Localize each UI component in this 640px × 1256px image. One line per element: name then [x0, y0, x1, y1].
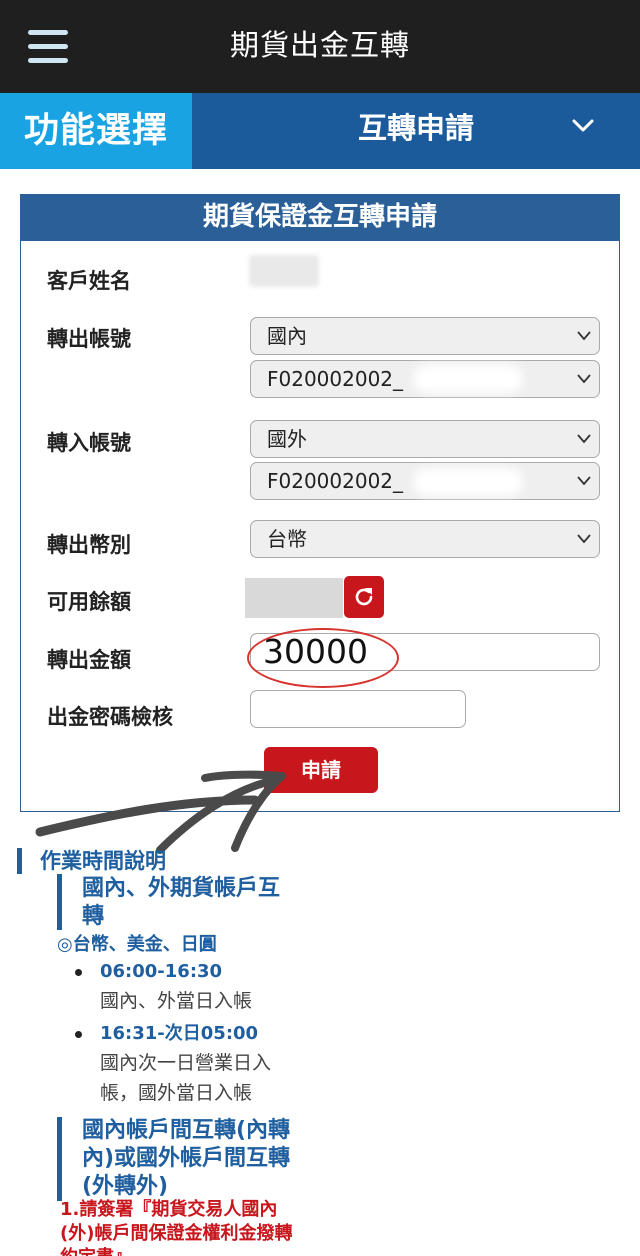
time-range-2: 16:31-次日05:00	[100, 1023, 259, 1044]
customer-name-value	[249, 255, 319, 287]
bullet	[75, 1031, 82, 1038]
chevron-down-icon	[577, 434, 591, 444]
subsection-title-2: 國內帳戶間互轉(內轉 內)或國外帳戶間互轉 (外轉外)	[82, 1118, 291, 1199]
currency-select[interactable]: 台幣	[250, 520, 600, 558]
refresh-button[interactable]	[344, 576, 384, 618]
in-account-type-select[interactable]: 國外	[250, 420, 600, 458]
time-desc-2-line1: 國內次一日營業日入	[100, 1052, 272, 1074]
currency-value: 台幣	[267, 527, 307, 551]
out-account-number-value: F020002002_	[267, 367, 404, 391]
out-account-type-select[interactable]: 國內	[250, 317, 600, 355]
amount-label: 轉出金額	[47, 648, 131, 672]
refresh-icon	[355, 588, 373, 606]
redaction-mask	[413, 468, 523, 496]
time-desc-2-line2: 帳，國外當日入帳	[100, 1082, 253, 1104]
in-account-type-value: 國外	[267, 427, 307, 451]
chevron-down-icon	[577, 374, 591, 384]
time-desc-1: 國內、外當日入帳	[100, 990, 253, 1012]
function-label: 功能選擇	[0, 93, 192, 169]
section-bar	[17, 848, 22, 874]
password-input[interactable]	[250, 690, 466, 728]
time-range-1: 06:00-16:30	[100, 961, 223, 982]
currency-note: ◎台幣、美金、日圓	[57, 934, 217, 955]
password-check-label: 出金密碼檢核	[47, 705, 173, 729]
page-title: 期貨出金互轉	[229, 28, 410, 62]
subsection-title-1: 國內、外期貨帳戶互 轉	[82, 876, 281, 929]
chevron-down-icon	[572, 119, 594, 132]
transfer-form-panel: 期貨保證金互轉申請 客戶姓名 轉出帳號 國內 F020002002_ 轉入帳號 …	[20, 194, 620, 812]
chevron-down-icon	[577, 476, 591, 486]
out-account-type-value: 國內	[267, 324, 307, 348]
function-bar: 功能選擇 互轉申請	[0, 93, 640, 169]
highlight-circle	[247, 628, 399, 688]
chevron-down-icon	[577, 331, 591, 341]
available-balance-label: 可用餘額	[47, 590, 131, 614]
out-account-label: 轉出帳號	[47, 327, 131, 351]
chevron-down-icon	[577, 534, 591, 544]
currency-label: 轉出幣別	[47, 533, 131, 557]
section-title: 作業時間說明	[40, 849, 166, 873]
function-select[interactable]: 互轉申請	[192, 93, 640, 169]
subsection-bar	[57, 1117, 62, 1201]
form-header: 期貨保證金互轉申請	[21, 195, 619, 241]
available-balance-value	[245, 578, 343, 618]
redaction-mask	[413, 365, 523, 393]
subsection-bar	[57, 874, 62, 930]
in-account-label: 轉入帳號	[47, 431, 131, 455]
bullet	[75, 969, 82, 976]
app-header: 期貨出金互轉	[0, 0, 640, 93]
in-account-number-value: F020002002_	[267, 469, 404, 493]
customer-name-label: 客戶姓名	[47, 269, 131, 293]
apply-button[interactable]: 申請	[264, 747, 378, 793]
agreement-note: 1.請簽署『期貨交易人國內 (外)帳戶間保證金權利金撥轉 約定書』	[60, 1199, 293, 1256]
